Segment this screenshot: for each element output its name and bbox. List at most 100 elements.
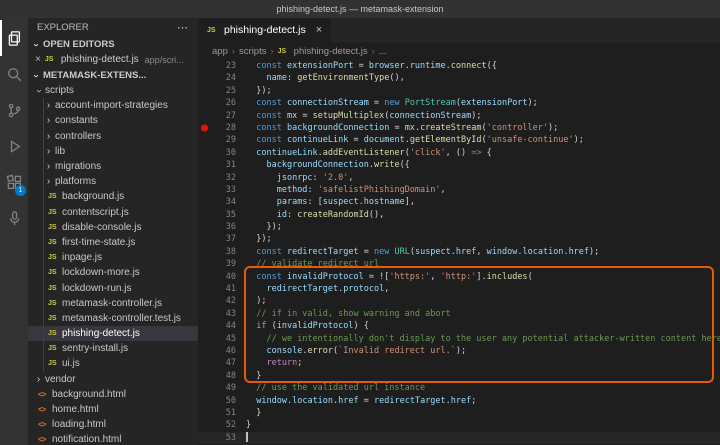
- code-line[interactable]: 34 params: [suspect.hostname],: [198, 196, 720, 208]
- line-number[interactable]: 30: [198, 147, 246, 159]
- code-line[interactable]: 50 window.location.href = redirectTarget…: [198, 395, 720, 407]
- activity-extensions-icon[interactable]: 1: [0, 164, 28, 200]
- line-number[interactable]: 29: [198, 134, 246, 146]
- line-number[interactable]: 37: [198, 233, 246, 245]
- code-line[interactable]: 52}: [198, 419, 720, 431]
- line-number[interactable]: 25: [198, 85, 246, 97]
- code-line[interactable]: 38 const redirectTarget = new URL(suspec…: [198, 246, 720, 258]
- activity-microphone-icon[interactable]: [0, 200, 28, 236]
- line-number[interactable]: 40: [198, 271, 246, 283]
- activity-explorer-icon[interactable]: [0, 20, 28, 56]
- breadcrumb-item-[interactable]: ...: [379, 46, 387, 57]
- code-text[interactable]: // use the validated url instance: [246, 382, 425, 394]
- code-line[interactable]: 28 const backgroundConnection = mx.creat…: [198, 122, 720, 134]
- code-text[interactable]: method: 'safelistPhishingDomain',: [246, 184, 446, 196]
- code-text[interactable]: });: [246, 221, 282, 233]
- code-text[interactable]: // we intentionally don't display to the…: [246, 333, 720, 345]
- code-text[interactable]: [246, 432, 248, 444]
- code-text[interactable]: return;: [246, 357, 302, 369]
- line-number[interactable]: 44: [198, 320, 246, 332]
- line-number[interactable]: 26: [198, 97, 246, 109]
- close-icon[interactable]: ×: [35, 54, 41, 65]
- line-number[interactable]: 24: [198, 72, 246, 84]
- tree-item-first-time-state-js[interactable]: JSfirst-time-state.js: [28, 235, 198, 250]
- code-text[interactable]: window.location.href = redirectTarget.hr…: [246, 395, 476, 407]
- line-number[interactable]: 38: [198, 246, 246, 258]
- code-line[interactable]: 53: [198, 432, 720, 444]
- code-text[interactable]: // if in valid, show warning and abort: [246, 308, 451, 320]
- line-number[interactable]: 34: [198, 196, 246, 208]
- code-line[interactable]: 45 // we intentionally don't display to …: [198, 333, 720, 345]
- code-text[interactable]: const backgroundConnection = mx.createSt…: [246, 122, 558, 134]
- code-line[interactable]: 30 continueLink.addEventListener('click'…: [198, 147, 720, 159]
- code-text[interactable]: name: getEnvironmentType(),: [246, 72, 405, 84]
- tree-item-constants[interactable]: ›constants: [28, 113, 198, 128]
- code-line[interactable]: 51 }: [198, 407, 720, 419]
- line-number[interactable]: 52: [198, 419, 246, 431]
- code-text[interactable]: const continueLink = document.getElement…: [246, 134, 584, 146]
- tree-item-background-js[interactable]: JSbackground.js: [28, 189, 198, 204]
- line-number[interactable]: 39: [198, 258, 246, 270]
- more-actions-icon[interactable]: ⋯: [177, 21, 188, 34]
- tree-item-notification-html[interactable]: <>notification.html: [28, 432, 198, 445]
- code-text[interactable]: }: [246, 370, 261, 382]
- line-number[interactable]: 31: [198, 159, 246, 171]
- line-number[interactable]: 51: [198, 407, 246, 419]
- code-text[interactable]: const invalidProtocol = !['https:', 'htt…: [246, 271, 533, 283]
- tree-item-contentscript-js[interactable]: JScontentscript.js: [28, 205, 198, 220]
- code-text[interactable]: });: [246, 85, 272, 97]
- code-line[interactable]: 40 const invalidProtocol = !['https:', '…: [198, 271, 720, 283]
- line-number[interactable]: 53: [198, 432, 246, 444]
- tree-item-loading-html[interactable]: <>loading.html: [28, 417, 198, 432]
- line-number[interactable]: 27: [198, 110, 246, 122]
- code-text[interactable]: id: createRandomId(),: [246, 209, 384, 221]
- code-line[interactable]: 26 const connectionStream = new PortStre…: [198, 97, 720, 109]
- line-number[interactable]: 46: [198, 345, 246, 357]
- code-line[interactable]: 27 const mx = setupMultiplex(connectionS…: [198, 110, 720, 122]
- tree-item-home-html[interactable]: <>home.html: [28, 402, 198, 417]
- code-line[interactable]: 42 );: [198, 295, 720, 307]
- code-text[interactable]: }: [246, 419, 251, 431]
- code-line[interactable]: 47 return;: [198, 357, 720, 369]
- tree-item-inpage-js[interactable]: JSinpage.js: [28, 250, 198, 265]
- code-line[interactable]: 23 const extensionPort = browser.runtime…: [198, 60, 720, 72]
- tree-item-vendor[interactable]: ›vendor: [28, 372, 198, 387]
- activity-search-icon[interactable]: [0, 56, 28, 92]
- code-text[interactable]: }: [246, 407, 261, 419]
- code-line[interactable]: 48 }: [198, 370, 720, 382]
- tree-item-scripts[interactable]: ›scripts: [28, 83, 198, 98]
- code-text[interactable]: console.error(`Invalid redirect url.`);: [246, 345, 466, 357]
- code-line[interactable]: 25 });: [198, 85, 720, 97]
- line-number[interactable]: 50: [198, 395, 246, 407]
- breadcrumb-item-scripts[interactable]: scripts: [239, 46, 266, 57]
- line-number[interactable]: 47: [198, 357, 246, 369]
- tree-item-sentry-install-js[interactable]: JSsentry-install.js: [28, 341, 198, 356]
- code-line[interactable]: 29 const continueLink = document.getElem…: [198, 134, 720, 146]
- breakpoint-icon[interactable]: [201, 125, 208, 132]
- line-number[interactable]: 33: [198, 184, 246, 196]
- tree-item-lockdown-more-js[interactable]: JSlockdown-more.js: [28, 265, 198, 280]
- line-number[interactable]: 36: [198, 221, 246, 233]
- tree-item-metamask-controller-js[interactable]: JSmetamask-controller.js: [28, 296, 198, 311]
- open-editors-header[interactable]: › OPEN EDITORS: [28, 36, 198, 52]
- code-text[interactable]: jsonrpc: '2.0',: [246, 172, 354, 184]
- tree-item-lib[interactable]: ›lib: [28, 144, 198, 159]
- activity-run-debug-icon[interactable]: [0, 128, 28, 164]
- code-line[interactable]: 41 redirectTarget.protocol,: [198, 283, 720, 295]
- code-text[interactable]: continueLink.addEventListener('click', (…: [246, 147, 492, 159]
- code-line[interactable]: 24 name: getEnvironmentType(),: [198, 72, 720, 84]
- line-number[interactable]: 32: [198, 172, 246, 184]
- open-editor-item-phishing-detect-js[interactable]: ×JSphishing-detect.jsapp/scri...: [28, 52, 198, 67]
- line-number[interactable]: 45: [198, 333, 246, 345]
- tree-item-disable-console-js[interactable]: JSdisable-console.js: [28, 220, 198, 235]
- code-text[interactable]: );: [246, 295, 266, 307]
- code-line[interactable]: 43 // if in valid, show warning and abor…: [198, 308, 720, 320]
- tree-item-platforms[interactable]: ›platforms: [28, 174, 198, 189]
- tab-phishing-detect-js[interactable]: JS phishing-detect.js ×: [198, 18, 331, 42]
- close-icon[interactable]: ×: [316, 24, 322, 36]
- code-line[interactable]: 49 // use the validated url instance: [198, 382, 720, 394]
- line-number[interactable]: 41: [198, 283, 246, 295]
- code-line[interactable]: 37 });: [198, 233, 720, 245]
- activity-source-control-icon[interactable]: [0, 92, 28, 128]
- code-text[interactable]: const extensionPort = browser.runtime.co…: [246, 60, 497, 72]
